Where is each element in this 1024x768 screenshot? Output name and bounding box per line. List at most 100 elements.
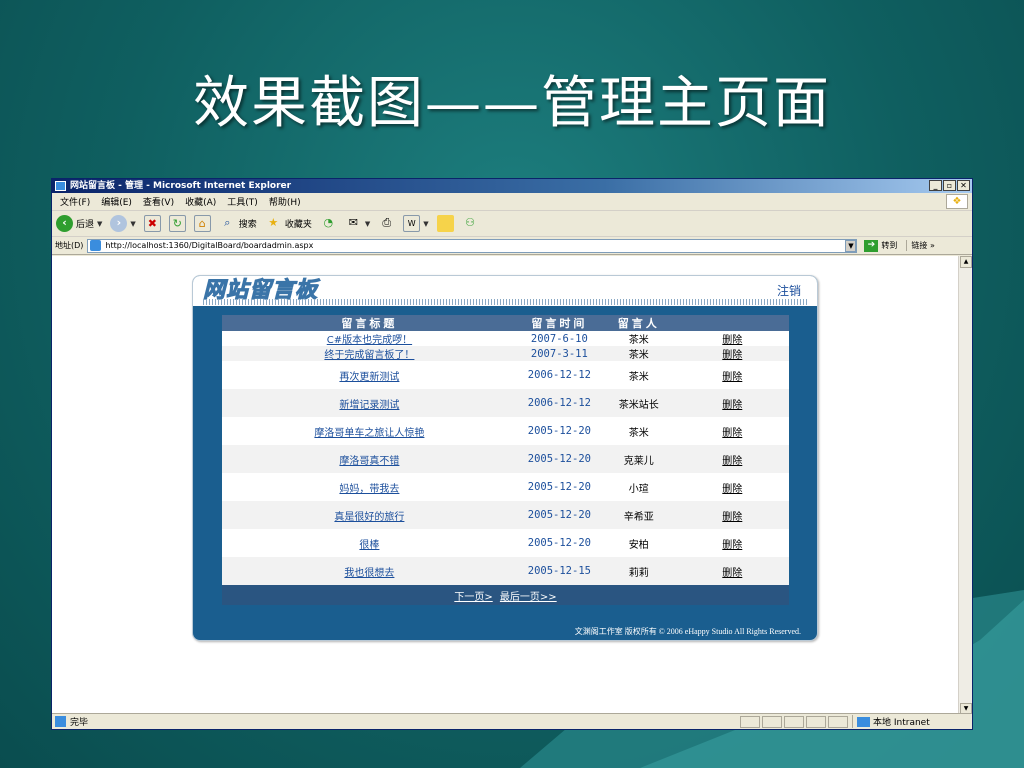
menu-help[interactable]: 帮助(H): [269, 195, 301, 208]
mail-button[interactable]: ✉ ▼: [345, 215, 371, 232]
table-row: C#版本也完成啰！ 2007-6-10 茶米 删除: [222, 331, 789, 346]
delete-link[interactable]: 删除: [722, 428, 742, 439]
minimize-button[interactable]: _: [929, 180, 942, 191]
delete-link[interactable]: 删除: [722, 568, 742, 579]
menu-view[interactable]: 查看(V): [143, 195, 174, 208]
go-button[interactable]: ➔ 转到: [861, 239, 900, 252]
next-page-link[interactable]: 下一页>: [454, 592, 492, 603]
back-button[interactable]: ‹ 后退 ▼: [56, 215, 102, 232]
maximize-button[interactable]: ▫: [943, 180, 956, 191]
message-time: 2005-12-20: [516, 501, 602, 529]
table-row: 摩洛哥真不错 2005-12-20 克莱儿 删除: [222, 445, 789, 473]
message-author: 克莱儿: [601, 445, 676, 473]
delete-link[interactable]: 删除: [722, 540, 742, 551]
message-time: 2006-12-12: [516, 389, 602, 417]
message-time: 2005-12-20: [516, 529, 602, 557]
vertical-scrollbar[interactable]: ▲ ▼: [958, 256, 972, 715]
board-header: 网站留言板 注销: [193, 276, 817, 306]
history-icon[interactable]: ◔: [320, 215, 337, 232]
intranet-icon: [857, 716, 870, 727]
favorites-button[interactable]: ★ 收藏夹: [265, 215, 312, 232]
copyright-text: 文渊阁工作室 版权所有 © 2006 eHappy Studio All Rig…: [574, 627, 801, 636]
message-title-link[interactable]: 再次更新测试: [339, 372, 399, 383]
back-arrow-icon: ‹: [56, 215, 73, 232]
header-author: 留言人: [601, 315, 676, 331]
go-label: 转到: [881, 241, 898, 250]
chevron-down-icon: ▼: [364, 219, 371, 228]
page-icon: [55, 716, 66, 727]
delete-link[interactable]: 删除: [722, 350, 742, 361]
message-author: 茶米: [601, 361, 676, 389]
delete-link[interactable]: 删除: [722, 456, 742, 467]
star-icon: ★: [268, 216, 279, 229]
chevron-down-icon[interactable]: ▼: [845, 239, 857, 252]
table-row: 很棒 2005-12-20 安柏 删除: [222, 529, 789, 557]
messenger-icon[interactable]: ⚇: [462, 215, 479, 232]
close-button[interactable]: ✕: [957, 180, 970, 191]
menu-tools[interactable]: 工具(T): [227, 195, 258, 208]
message-time: 2005-12-20: [516, 445, 602, 473]
message-title-link[interactable]: 很棒: [359, 540, 379, 551]
slide-title: 效果截图——管理主页面: [193, 71, 831, 136]
message-title-link[interactable]: 终于完成留言板了！: [324, 350, 414, 361]
message-title-link[interactable]: 妈妈，带我去: [339, 484, 399, 495]
message-title-link[interactable]: 摩洛哥真不错: [339, 456, 399, 467]
folder-icon[interactable]: [436, 215, 454, 232]
print-icon[interactable]: ⎙: [378, 215, 395, 232]
address-label: 地址(D): [55, 241, 84, 250]
chevron-down-icon: ▼: [97, 219, 103, 228]
header-action: [675, 315, 789, 331]
scroll-up-icon[interactable]: ▲: [960, 256, 972, 268]
messages-table: 留言标题 留言时间 留言人 C#版本也完成啰！ 2007-6-10 茶米 删除 …: [222, 315, 789, 605]
delete-link[interactable]: 删除: [722, 372, 742, 383]
message-board-panel: 网站留言板 注销 留言标题 留言时间 留言人 C#版本也完成啰！ 2007-6-…: [192, 275, 818, 641]
menu-edit[interactable]: 编辑(E): [101, 195, 132, 208]
address-input[interactable]: http://localhost:1360/DigitalBoard/board…: [87, 238, 858, 253]
message-title-link[interactable]: 摩洛哥单车之旅让人惊艳: [314, 428, 424, 439]
menu-file[interactable]: 文件(F): [60, 195, 90, 208]
header-time: 留言时间: [516, 315, 602, 331]
search-button[interactable]: ⌕ 搜索: [219, 215, 257, 232]
forward-arrow-icon: ›: [110, 215, 128, 232]
message-time: 2005-12-15: [516, 557, 602, 585]
header-divider: [203, 299, 807, 305]
go-arrow-icon: ➔: [864, 239, 879, 252]
delete-link[interactable]: 删除: [722, 484, 742, 495]
message-title-link[interactable]: 真是很好的旅行: [334, 512, 404, 523]
delete-link[interactable]: 删除: [722, 512, 742, 523]
chevron-right-icon: »: [929, 241, 935, 250]
chevron-down-icon: ▼: [423, 219, 429, 228]
message-author: 安柏: [601, 529, 676, 557]
table-row: 终于完成留言板了！ 2007-3-11 茶米 删除: [222, 346, 789, 361]
page-icon: [90, 240, 102, 251]
table-row: 妈妈，带我去 2005-12-20 小瑄 删除: [222, 473, 789, 501]
message-title-link[interactable]: 我也很想去: [344, 568, 394, 579]
page-viewport: 网站留言板 注销 留言标题 留言时间 留言人 C#版本也完成啰！ 2007-6-…: [52, 256, 960, 715]
zone-label: 本地 Intranet: [873, 718, 930, 728]
pager-row: 下一页> 最后一页>>: [222, 585, 789, 605]
window-titlebar[interactable]: 网站留言板 - 管理 - Microsoft Internet Explorer…: [52, 179, 972, 193]
delete-link[interactable]: 删除: [722, 400, 742, 411]
links-button[interactable]: 链接 »: [906, 240, 935, 251]
message-author: 茶米: [601, 331, 676, 346]
home-icon[interactable]: ⌂: [193, 215, 211, 232]
security-zone: 本地 Intranet: [852, 715, 972, 728]
message-title-link[interactable]: C#版本也完成啰！: [327, 335, 412, 346]
toolbar: ‹ 后退 ▼ › ▼ ✖ ↻ ⌂ ⌕ 搜索 ★ 收藏夹 ◔ ✉ ▼ ⎙ W ▼ …: [52, 211, 972, 237]
menu-favorites[interactable]: 收藏(A): [185, 195, 216, 208]
message-title-link[interactable]: 新增记录测试: [339, 400, 399, 411]
forward-button[interactable]: › ▼: [110, 215, 136, 232]
links-label: 链接: [911, 241, 928, 250]
back-label: 后退: [76, 220, 95, 230]
stop-icon[interactable]: ✖: [143, 215, 161, 232]
table-row: 真是很好的旅行 2005-12-20 辛希亚 删除: [222, 501, 789, 529]
logout-link[interactable]: 注销: [777, 282, 801, 299]
ie-app-icon: [55, 181, 66, 191]
last-page-link[interactable]: 最后一页>>: [500, 592, 557, 603]
refresh-icon[interactable]: ↻: [168, 215, 186, 232]
table-row: 我也很想去 2005-12-15 莉莉 删除: [222, 557, 789, 585]
delete-link[interactable]: 删除: [722, 335, 742, 346]
favorites-label: 收藏夹: [284, 220, 312, 230]
window-title: 网站留言板 - 管理 - Microsoft Internet Explorer: [70, 181, 292, 191]
edit-button[interactable]: W ▼: [403, 215, 429, 232]
